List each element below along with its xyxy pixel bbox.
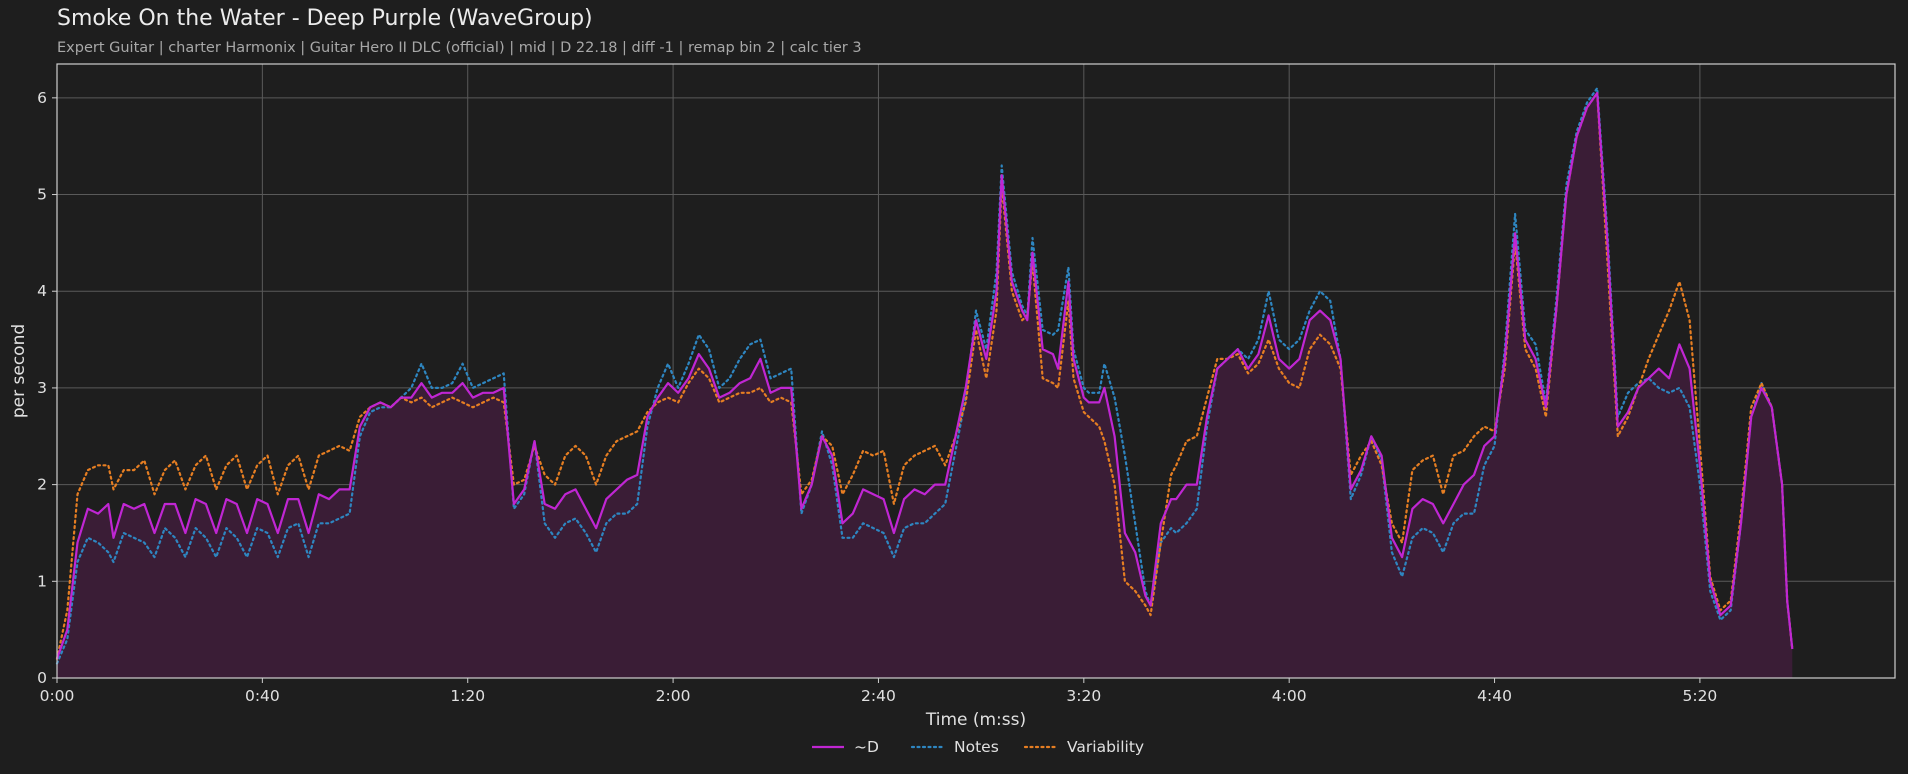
y-axis-label: per second [9, 324, 29, 418]
chart-svg: 0:00 0:40 1:20 2:00 2:40 3:20 4:00 4:40 5:20 0 1 2 3… [9, 63, 1896, 756]
y-tick-label: 5 [37, 186, 47, 204]
y-tick-label: 4 [37, 282, 47, 300]
y-tick-label: 6 [37, 89, 47, 107]
legend-label: Notes [954, 738, 999, 756]
x-tick-label: 2:40 [861, 687, 896, 705]
legend-label: Variability [1067, 738, 1144, 756]
x-tick-label: 3:20 [1066, 687, 1101, 705]
x-tick-label: 5:20 [1682, 687, 1717, 705]
x-tick-label: 2:00 [656, 687, 691, 705]
legend-label: ~D [854, 738, 879, 756]
series-fill [57, 93, 1793, 678]
y-tick-label: 3 [37, 379, 47, 397]
x-tick-label: 4:00 [1272, 687, 1307, 705]
x-tick-label: 0:00 [40, 687, 75, 705]
x-axis-label: Time (m:ss) [925, 710, 1026, 730]
y-tick-label: 1 [37, 572, 47, 590]
legend: ~D Notes Variability [812, 738, 1144, 756]
y-tick-label: 0 [37, 669, 47, 687]
x-tick-label: 4:40 [1477, 687, 1512, 705]
x-tick-label: 1:20 [450, 687, 485, 705]
series-area-fill [57, 93, 1793, 678]
x-tick-label: 0:40 [245, 687, 280, 705]
y-tick-label: 2 [37, 476, 47, 494]
